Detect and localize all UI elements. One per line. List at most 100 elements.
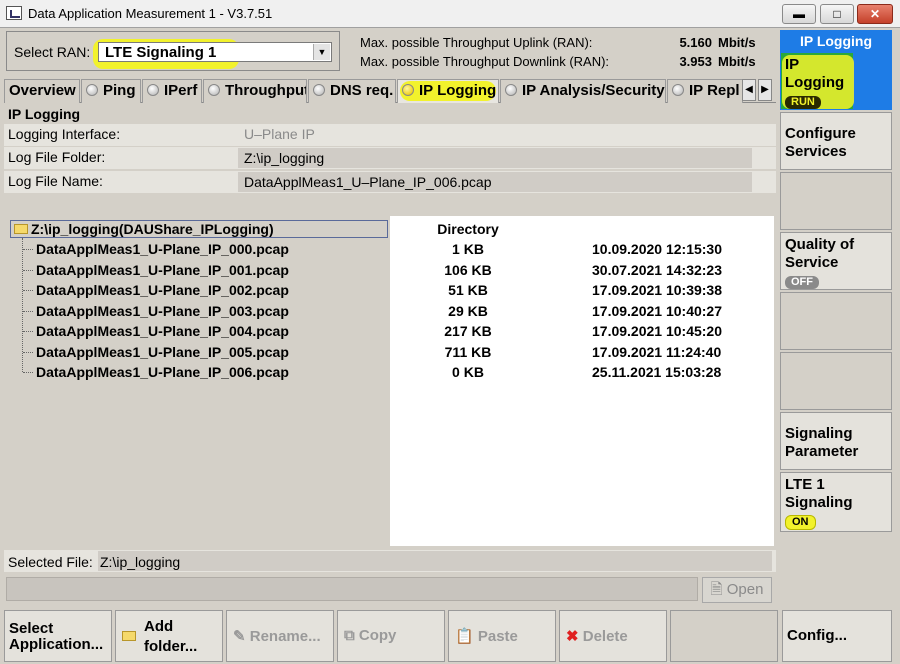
file-row-name[interactable]: DataApplMeas1_U-Plane_IP_000.pcap <box>36 241 289 257</box>
button-line: Select <box>9 620 54 637</box>
logging-interface-label: Logging Interface: <box>8 126 121 142</box>
file-row-size: 711 KB <box>444 344 492 360</box>
log-folder-field[interactable]: Z:\ip_logging <box>238 148 752 168</box>
status-led-icon <box>86 84 98 96</box>
signaling-parameter-softkey[interactable]: Signaling Parameter <box>780 412 892 470</box>
window-title: Data Application Measurement 1 - V3.7.51 <box>28 6 273 21</box>
delete-icon: ✖ <box>566 628 579 645</box>
file-row-size: 106 KB <box>444 262 492 278</box>
tab-overview[interactable]: Overview <box>4 79 80 103</box>
paste-label: Paste <box>477 628 518 645</box>
file-row-size: 0 KB <box>452 364 484 380</box>
copy-button[interactable]: ⧉ Copy <box>337 610 445 662</box>
file-row-date: 17.09.2021 11:24:40 <box>592 344 722 360</box>
rename-button[interactable]: ✎ Rename... <box>226 610 334 662</box>
rename-icon: ✎ <box>233 628 246 645</box>
folder-type: Directory <box>437 221 499 237</box>
folder-icon <box>14 224 28 234</box>
uplink-label: Max. possible Throughput Uplink (RAN): <box>360 35 593 50</box>
empty-softkey <box>780 352 892 410</box>
file-row-size: 217 KB <box>444 323 492 339</box>
config-label: Config... <box>787 627 847 644</box>
log-name-value: DataApplMeas1_U–Plane_IP_006.pcap <box>244 174 492 190</box>
selected-file-field[interactable]: Z:\ip_logging <box>98 551 772 571</box>
file-row-name[interactable]: DataApplMeas1_U-Plane_IP_006.pcap <box>36 364 289 380</box>
lte-signaling-softkey[interactable]: LTE 1 Signaling ON <box>780 472 892 532</box>
open-button[interactable]: 🗎 Open <box>702 577 772 603</box>
button-line: Add <box>144 618 174 635</box>
tree-tick <box>23 249 33 250</box>
open-file-icon: 🗎 <box>710 581 723 598</box>
paste-button[interactable]: 📋 Paste <box>448 610 556 662</box>
tab-label: Overview <box>9 82 76 99</box>
file-row-name[interactable]: DataApplMeas1_U-Plane_IP_002.pcap <box>36 282 289 298</box>
file-row-date: 17.09.2021 10:39:38 <box>592 282 722 298</box>
ran-selected-value: LTE Signaling 1 <box>105 44 217 61</box>
sidebar-header: IP Logging <box>780 30 892 52</box>
status-led-icon <box>147 84 159 96</box>
ip-logging-softkey[interactable]: IP Logging RUN <box>780 52 892 110</box>
file-row-name[interactable]: DataApplMeas1_U-Plane_IP_003.pcap <box>36 303 289 319</box>
status-led-icon <box>313 84 325 96</box>
tab-ip-analysis-security[interactable]: IP Analysis/Security <box>500 79 666 103</box>
select-application-button[interactable]: Select Application... <box>4 610 112 662</box>
copy-label: Copy <box>358 627 397 644</box>
open-label: Open <box>726 581 764 598</box>
log-folder-value: Z:\ip_logging <box>244 150 325 166</box>
tab-ping[interactable]: Ping <box>81 79 141 103</box>
copy-icon: ⧉ <box>344 627 355 644</box>
tab-ip-repl[interactable]: IP Repl <box>667 79 743 103</box>
quality-of-service-softkey[interactable]: Quality of Service OFF <box>780 232 892 290</box>
tab-label: IPerf <box>164 82 198 99</box>
config-button[interactable]: Config... <box>782 610 892 662</box>
tree-tick <box>23 352 33 353</box>
tab-label: DNS req. <box>330 82 394 99</box>
log-name-field[interactable]: DataApplMeas1_U–Plane_IP_006.pcap <box>238 172 752 192</box>
selected-file-label: Selected File: <box>8 554 93 570</box>
tab-iperf[interactable]: IPerf <box>142 79 202 103</box>
close-button[interactable]: ✕ <box>857 4 893 24</box>
button-line: Application... <box>9 636 104 653</box>
minimize-button[interactable]: ▬ <box>782 4 816 24</box>
configure-services-softkey[interactable]: Configure Services <box>780 112 892 170</box>
downlink-unit: Mbit/s <box>718 54 756 69</box>
tab-scroll-left-icon[interactable]: ◀ <box>742 79 756 101</box>
file-row-date: 25.11.2021 15:03:28 <box>592 364 722 380</box>
tree-tick <box>23 372 33 373</box>
on-badge: ON <box>785 515 816 530</box>
tree-tick <box>23 331 33 332</box>
softkey-line: IP <box>785 56 800 73</box>
ip-logging-softkey-label: IP Logging RUN <box>785 56 844 110</box>
tab-scroll-right-icon[interactable]: ▶ <box>758 79 772 101</box>
logging-interface-value: U–Plane IP <box>244 126 315 142</box>
maximize-button[interactable]: □ <box>820 4 854 24</box>
file-row-name[interactable]: DataApplMeas1_U-Plane_IP_001.pcap <box>36 262 289 278</box>
add-folder-icon <box>122 631 136 641</box>
file-row-name[interactable]: DataApplMeas1_U-Plane_IP_005.pcap <box>36 344 289 360</box>
delete-button[interactable]: ✖ Delete <box>559 610 667 662</box>
tab-dns-req[interactable]: DNS req. <box>308 79 396 103</box>
tab-label: Ping <box>103 82 136 99</box>
selected-path-bar <box>6 577 698 601</box>
status-led-icon <box>505 84 517 96</box>
status-led-icon <box>672 84 684 96</box>
file-row-date: 17.09.2021 10:45:20 <box>592 323 722 339</box>
uplink-unit: Mbit/s <box>718 35 756 50</box>
file-row-date: 17.09.2021 10:40:27 <box>592 303 722 319</box>
ran-select[interactable]: LTE Signaling 1 ▼ <box>98 42 332 62</box>
folder-root[interactable]: Z:\ip_logging(DAUShare_IPLogging) <box>10 220 388 238</box>
chevron-down-icon[interactable]: ▼ <box>313 44 330 60</box>
rename-label: Rename... <box>249 628 321 645</box>
tab-throughput[interactable]: Throughput <box>203 79 307 103</box>
tree-tick <box>23 270 33 271</box>
tab-ip-logging[interactable]: IP Logging <box>397 79 499 103</box>
empty-bottom-softkey <box>670 610 778 662</box>
button-line: folder... <box>144 638 198 655</box>
add-folder-button[interactable]: Add folder... <box>115 610 223 662</box>
uplink-value: 5.160 <box>679 35 712 50</box>
empty-softkey <box>780 292 892 350</box>
softkey-line: Service <box>785 254 839 271</box>
softkey-line: Logging <box>785 74 845 91</box>
file-row-name[interactable]: DataApplMeas1_U-Plane_IP_004.pcap <box>36 323 289 339</box>
softkey-line: Services <box>785 143 847 160</box>
